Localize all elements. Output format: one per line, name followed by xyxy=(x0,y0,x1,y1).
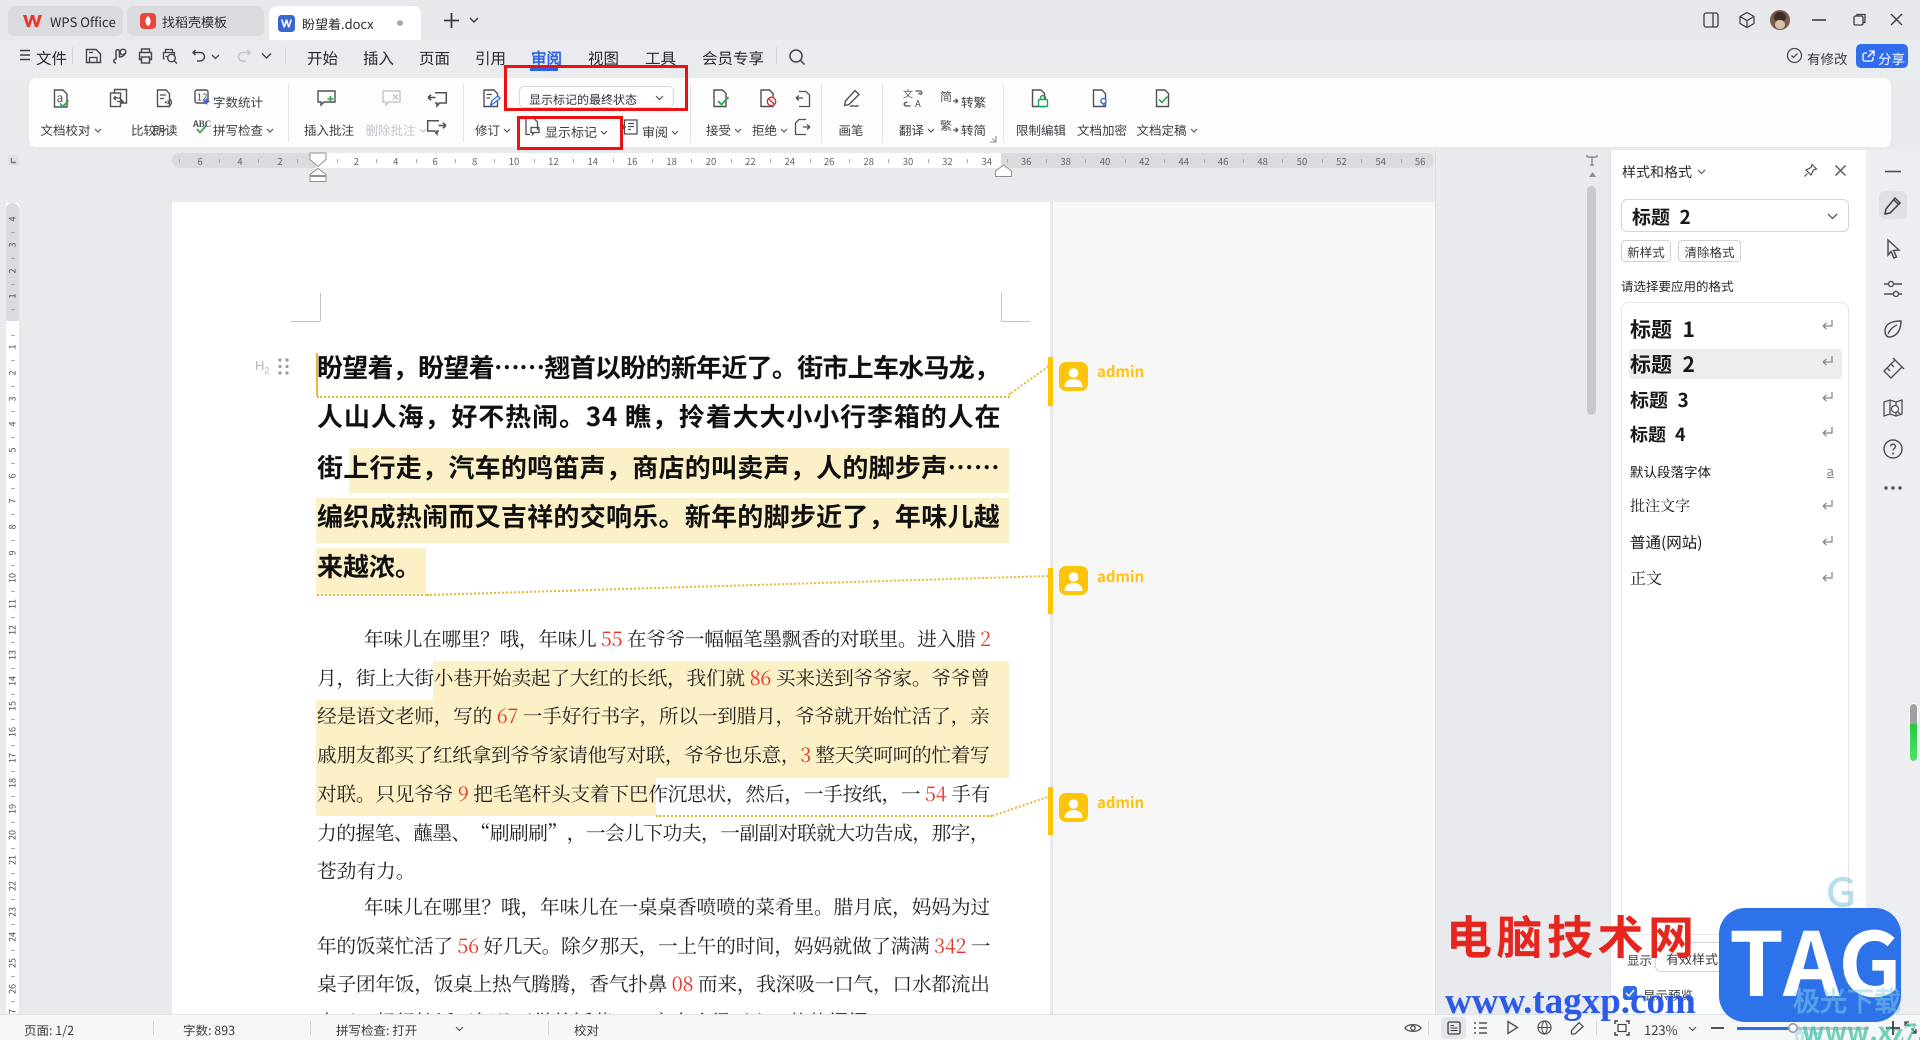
svg-text:ABC: ABC xyxy=(193,119,211,130)
svg-text:a: a xyxy=(57,89,64,106)
svg-text:简: 简 xyxy=(940,89,952,105)
svg-text:A: A xyxy=(915,96,921,109)
svg-text:繁: 繁 xyxy=(940,118,952,134)
svg-text:文: 文 xyxy=(903,88,913,101)
